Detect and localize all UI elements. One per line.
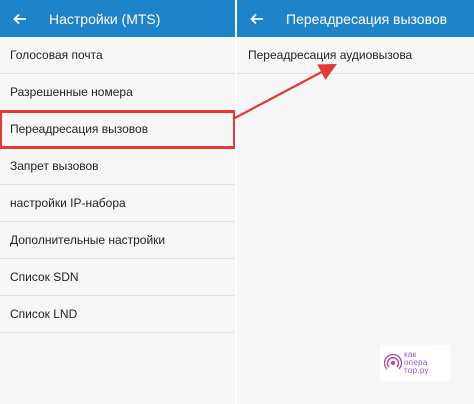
page-title: Настройки (MTS) — [49, 10, 161, 27]
forwarding-item-audio[interactable]: Переадресация аудиовызова — [237, 37, 474, 74]
watermark-logo: как опера тор.ру — [380, 345, 450, 381]
back-arrow-icon — [13, 13, 26, 24]
settings-item-voicemail[interactable]: Голосовая почта — [0, 37, 235, 74]
watermark-text: как опера тор.ру — [404, 351, 429, 375]
app-bar: Переадресация вызовов — [237, 0, 474, 37]
call-forwarding-screen: Переадресация вызовов Переадресация ауди… — [237, 0, 474, 404]
settings-screen: Настройки (MTS) Голосовая почта Разрешен… — [0, 0, 235, 404]
back-button[interactable] — [9, 8, 31, 30]
settings-item-lnd-list[interactable]: Список LND — [0, 296, 235, 333]
app-bar: Настройки (MTS) — [0, 0, 235, 37]
settings-item-additional[interactable]: Дополнительные настройки — [0, 222, 235, 259]
back-button[interactable] — [246, 8, 268, 30]
settings-list: Голосовая почта Разрешенные номера Переа… — [0, 37, 235, 333]
settings-item-call-forwarding[interactable]: Переадресация вызовов — [0, 110, 235, 149]
settings-item-ip-dialing[interactable]: настройки IP-набора — [0, 185, 235, 222]
settings-item-fixed-dialing[interactable]: Разрешенные номера — [0, 74, 235, 111]
broadcast-icon — [384, 354, 402, 370]
page-title: Переадресация вызовов — [286, 10, 448, 27]
settings-item-sdn-list[interactable]: Список SDN — [0, 259, 235, 296]
back-arrow-icon — [250, 13, 263, 24]
forwarding-list: Переадресация аудиовызова — [237, 37, 474, 74]
settings-item-call-barring[interactable]: Запрет вызовов — [0, 148, 235, 185]
watermark-line-3: тор.ру — [404, 366, 429, 375]
